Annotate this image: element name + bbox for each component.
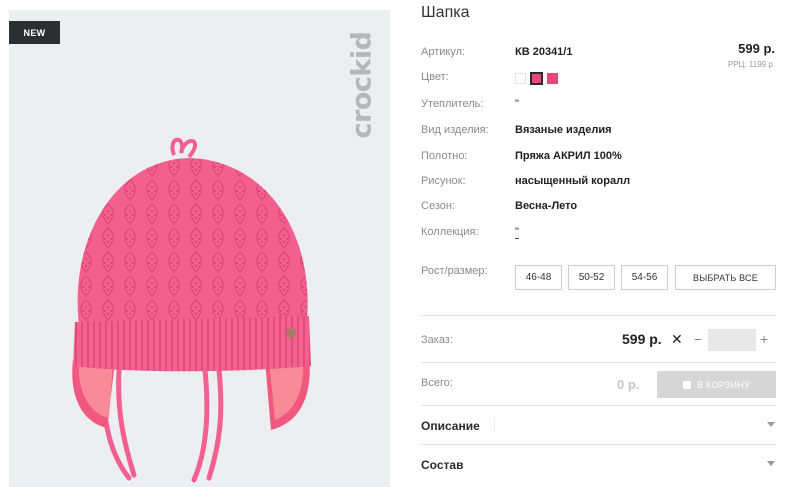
section-description[interactable]: Описание [421,419,480,433]
chevron-down-icon[interactable] [767,422,775,427]
increment-button[interactable]: + [760,331,768,347]
spec-value: " [515,98,519,110]
spec-row-article: Артикул: КВ 20341/1 [421,46,781,62]
spec-row-fabric: Полотно: Пряжа АКРИЛ 100% [421,150,781,166]
color-swatch-coral-selected[interactable] [530,72,543,85]
section-composition[interactable]: Состав [421,458,463,472]
product-title: Шапка [421,4,470,21]
spec-value: " [515,226,519,238]
decrement-button[interactable]: − [694,331,702,347]
size-button-46-48[interactable]: 46-48 [515,265,562,290]
add-to-cart-button[interactable]: В КОРЗИНУ [657,371,776,398]
spec-label: Сезон: [421,200,455,212]
spec-row-season: Сезон: Весна-Лето [421,200,781,216]
divider [421,444,776,445]
divider [421,315,776,316]
size-button-54-56[interactable]: 54-56 [621,265,668,290]
collection-underline [515,238,519,239]
description-divider [494,418,495,432]
new-badge: NEW [9,21,60,44]
add-to-cart-label: В КОРЗИНУ [696,379,751,390]
spec-row-type: Вид изделия: Вязаные изделия [421,124,781,140]
times-icon: ✕ [671,331,683,347]
spec-label: Коллекция: [421,226,479,238]
chevron-down-icon[interactable] [767,461,775,466]
brand-logo-text: crockid [346,31,378,139]
spec-value: насыщенный коралл [515,175,631,187]
color-swatch-pink[interactable] [547,73,558,84]
spec-value: Вязаные изделия [515,124,612,136]
size-label: Рост/размер: [421,265,488,277]
spec-label: Утеплитель: [421,98,484,110]
spec-label: Вид изделия: [421,124,489,136]
order-label: Заказ: [421,334,453,346]
brand-logo: crockid [342,14,382,156]
spec-label: Цвет: [421,71,449,83]
total-value: 0 р. [617,377,640,392]
spec-label: Артикул: [421,46,466,58]
color-swatch-white[interactable] [515,73,526,84]
select-all-sizes-button[interactable]: ВЫБРАТЬ ВСЕ [675,265,776,290]
spec-row-pattern: Рисунок: насыщенный коралл [421,175,781,191]
spec-label: Полотно: [421,150,468,162]
divider [421,362,776,363]
spec-value: Весна-Лето [515,200,578,212]
total-label: Всего: [421,377,453,389]
spec-value: КВ 20341/1 [515,46,573,58]
spec-row-collection: Коллекция: " [421,226,781,242]
spec-value: Пряжа АКРИЛ 100% [515,150,622,162]
spec-label: Рисунок: [421,175,466,187]
order-price: 599 р. [622,331,662,347]
product-image-panel: NEW crockid [9,10,390,487]
product-image[interactable] [9,10,390,487]
quantity-input[interactable] [708,329,756,351]
size-button-50-52[interactable]: 50-52 [568,265,615,290]
spec-row-color: Цвет: [421,71,781,87]
spec-row-insulation: Утеплитель: " [421,98,781,114]
cart-bag-icon [682,380,691,389]
divider [421,405,776,406]
